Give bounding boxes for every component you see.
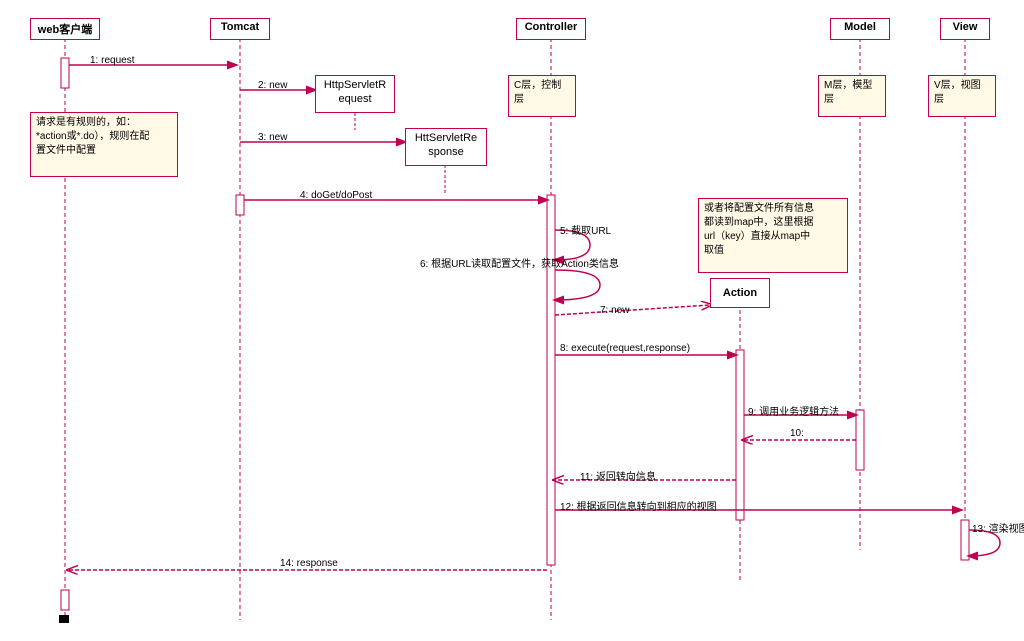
- label-m11: 11: 返回转向信息: [580, 468, 656, 483]
- label-m13: 13: 渲染视图: [972, 520, 1024, 535]
- actor-action: Action: [710, 278, 770, 308]
- label-m4: 4: doGet/doPost: [300, 190, 372, 201]
- actor-httpresponse: HttServletRe sponse: [405, 128, 487, 166]
- label-m3: 3: new: [258, 132, 287, 143]
- label-m6: 6: 根据URL读取配置文件，获取Action类信息: [420, 255, 619, 270]
- note-web: 请求是有规则的，如： *action或*.do），规则在配 置文件中配置: [30, 112, 178, 177]
- actor-web: web客户端: [30, 18, 100, 40]
- note-map: 或者将配置文件所有信息 都读到map中，这里根据 url（key）直接从map中…: [698, 198, 848, 273]
- note-view: V层，视图 层: [928, 75, 996, 117]
- actor-httprequest: HttpServletR equest: [315, 75, 395, 113]
- note-controller: C层，控制 层: [508, 75, 576, 117]
- actor-controller: Controller: [516, 18, 586, 40]
- label-m8: 8: execute(request,response): [560, 343, 690, 354]
- label-m2: 2: new: [258, 80, 287, 91]
- label-m5: 5: 截取URL: [560, 222, 611, 237]
- label-m9: 9: 调用业务逻辑方法: [748, 403, 839, 418]
- actor-model: Model: [830, 18, 890, 40]
- label-m14: 14: response: [280, 558, 338, 569]
- note-model: M层，模型 层: [818, 75, 886, 117]
- actor-tomcat: Tomcat: [210, 18, 270, 40]
- label-m7: 7: new: [600, 305, 629, 316]
- actor-view: View: [940, 18, 990, 40]
- diagram-container: web客户端 Tomcat HttpServletR equest HttSer…: [0, 0, 1024, 641]
- label-m12: 12: 根据返回信息转向到相应的视图: [560, 498, 717, 513]
- label-m10: 10:: [790, 428, 804, 439]
- label-m1: 1: request: [90, 55, 134, 66]
